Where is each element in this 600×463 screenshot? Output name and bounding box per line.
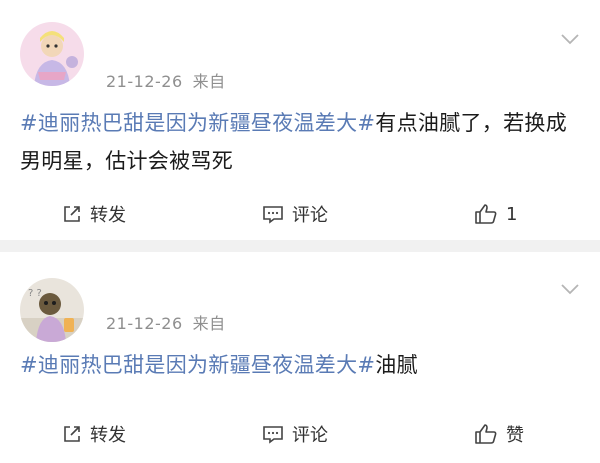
- like-button[interactable]: 赞: [474, 421, 524, 447]
- comment-button[interactable]: 评论: [262, 421, 328, 447]
- svg-text:? ?: ? ?: [28, 288, 42, 299]
- post-source: 来自: [192, 72, 226, 91]
- hashtag-link[interactable]: #迪丽热巴甜是因为新疆昼夜温差大#: [20, 353, 375, 377]
- avatar[interactable]: [20, 22, 84, 86]
- comment-icon: [263, 206, 283, 224]
- share-button[interactable]: 转发: [62, 201, 126, 227]
- comment-label: 评论: [292, 205, 328, 226]
- chevron-down-icon[interactable]: [560, 32, 580, 46]
- post-body: 油腻: [375, 353, 418, 377]
- comment-icon: [263, 426, 283, 444]
- post-meta: 21-12-26 来自: [106, 310, 226, 334]
- feed-divider: [0, 240, 600, 252]
- post-date: 21-12-26: [106, 314, 183, 333]
- hashtag-link[interactable]: #迪丽热巴甜是因为新疆昼夜温差大#: [20, 111, 375, 135]
- comment-button[interactable]: 评论: [262, 201, 328, 227]
- comment-label: 评论: [292, 425, 328, 446]
- post-text: #迪丽热巴甜是因为新疆昼夜温差大#有点油腻了，若换成男明星，估计会被骂死: [20, 104, 570, 180]
- avatar[interactable]: ? ?: [20, 278, 84, 342]
- feed-post: 21-12-26 来自 #迪丽热巴甜是因为新疆昼夜温差大#有点油腻了，若换成男明星…: [0, 0, 600, 240]
- thumbs-up-icon: [475, 424, 497, 444]
- share-button[interactable]: 转发: [62, 421, 126, 447]
- post-date: 21-12-26: [106, 72, 183, 91]
- share-icon: [64, 206, 80, 222]
- thumbs-up-icon: [475, 204, 497, 224]
- action-bar: 转发 评论 赞: [0, 414, 600, 454]
- post-text: #迪丽热巴甜是因为新疆昼夜温差大#油腻: [20, 346, 570, 384]
- share-label: 转发: [90, 425, 126, 446]
- feed-post: ? ? 21-12-26 来自 #迪丽热巴甜是因为新疆昼夜温差大#油腻 转发 评…: [0, 252, 600, 463]
- like-count: 1: [506, 203, 518, 225]
- action-bar: 转发 评论 1: [0, 194, 600, 234]
- like-label: 赞: [506, 425, 524, 446]
- post-source: 来自: [192, 314, 226, 333]
- chevron-down-icon[interactable]: [560, 282, 580, 296]
- share-label: 转发: [90, 205, 126, 226]
- post-meta: 21-12-26 来自: [106, 68, 226, 92]
- like-button[interactable]: 1: [474, 203, 517, 225]
- share-icon: [64, 426, 80, 442]
